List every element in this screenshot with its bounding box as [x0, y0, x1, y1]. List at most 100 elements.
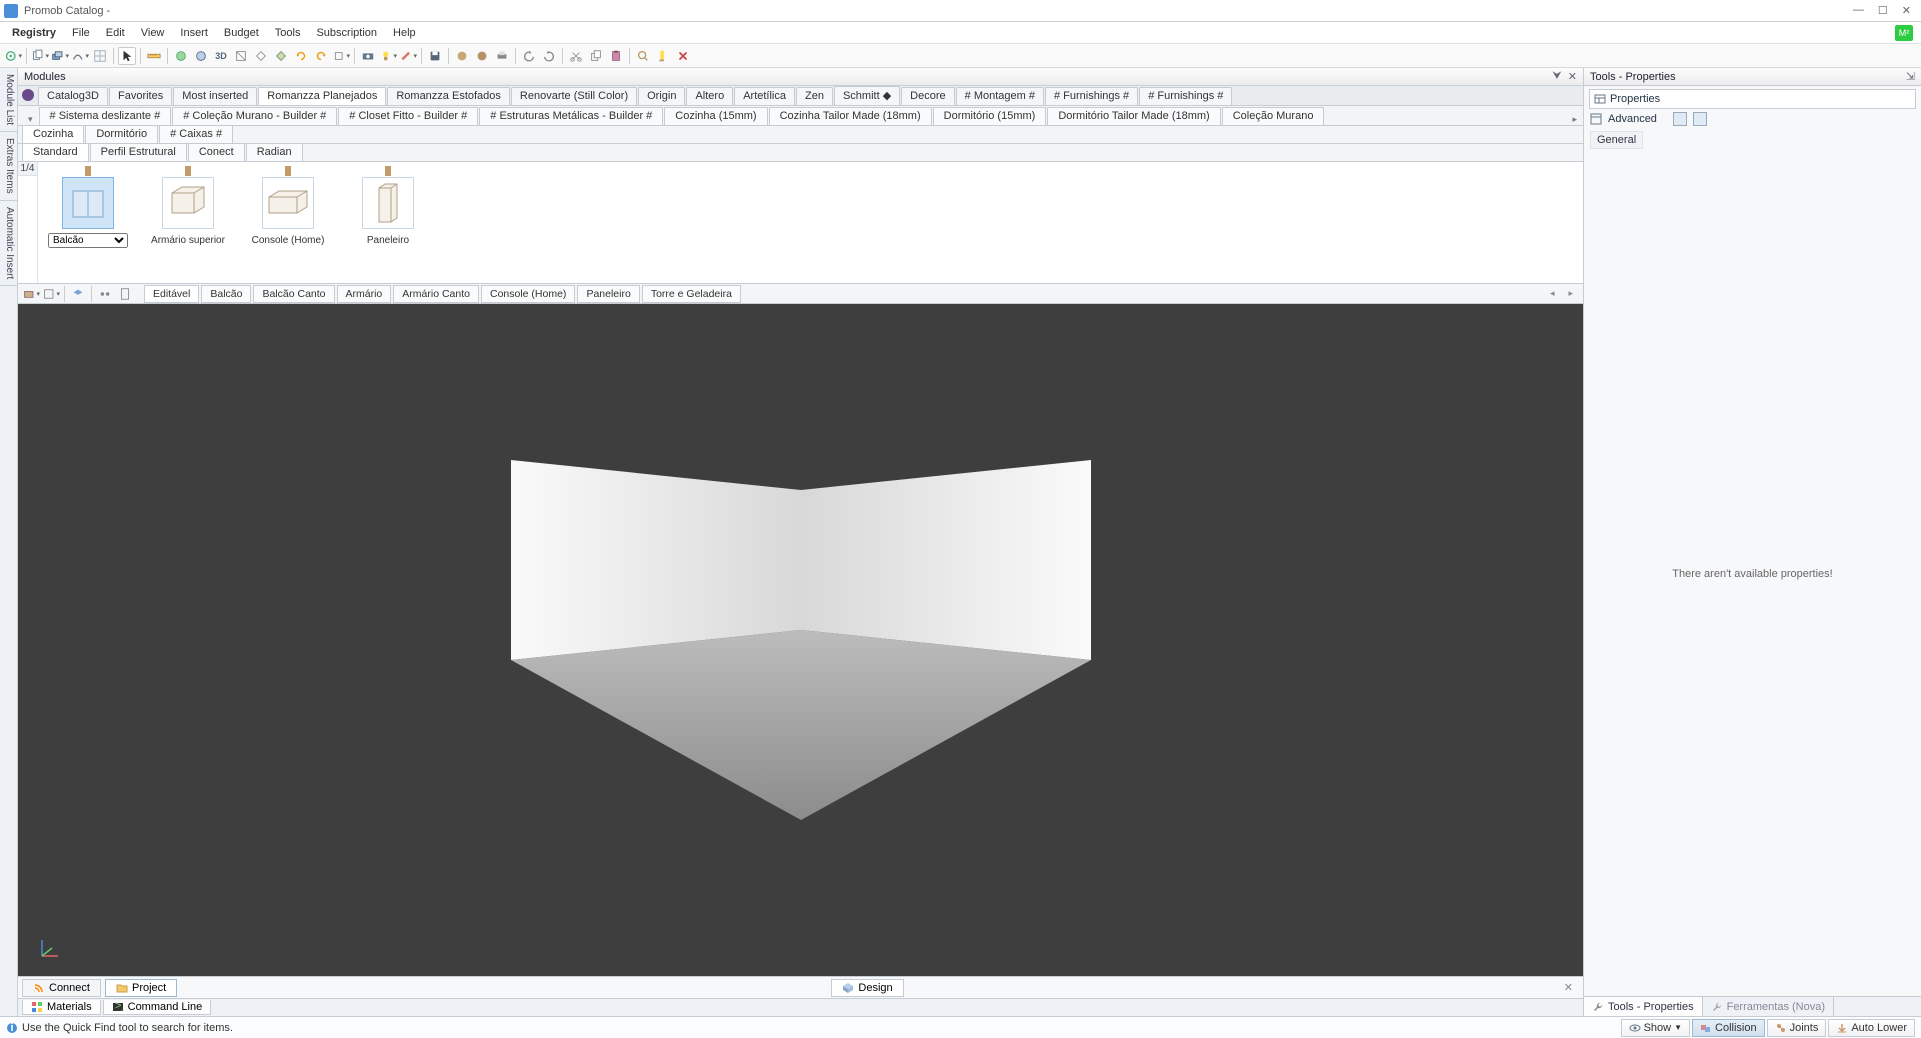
type-tool2-icon[interactable]: [42, 285, 60, 303]
tab-dormitorio-tailor[interactable]: Dormitório Tailor Made (18mm): [1047, 107, 1220, 125]
tab-perfil-estrutural[interactable]: Perfil Estrutural: [90, 144, 187, 161]
tab-sistema-deslizante[interactable]: # Sistema deslizante #: [39, 107, 172, 125]
tab-armario-canto[interactable]: Armário Canto: [393, 285, 479, 303]
tab-standard[interactable]: Standard: [22, 144, 89, 161]
type-scroll-right-icon[interactable]: ▸: [1562, 288, 1579, 299]
tab-furnishings-1[interactable]: # Furnishings #: [1045, 87, 1138, 105]
tool-box-icon[interactable]: [332, 47, 350, 65]
menu-file[interactable]: File: [64, 24, 98, 42]
view-mode-2-icon[interactable]: [1693, 112, 1707, 126]
tool-shape-icon[interactable]: [71, 47, 89, 65]
drag-handle-icon[interactable]: [185, 166, 191, 176]
tab-paneleiro[interactable]: Paneleiro: [577, 285, 639, 303]
tool-settings-icon[interactable]: [4, 47, 22, 65]
tool-paste-icon[interactable]: [607, 47, 625, 65]
page-indicator[interactable]: 1/4: [18, 162, 37, 176]
tool-copy-icon[interactable]: [31, 47, 49, 65]
tab-armario[interactable]: Armário: [337, 285, 392, 303]
tab-design[interactable]: Design: [831, 979, 903, 997]
tab-editavel[interactable]: Editável: [144, 285, 199, 303]
module-item-console[interactable]: Console (Home): [248, 166, 328, 279]
tab-cozinha[interactable]: Cozinha: [22, 126, 84, 143]
type-tool4-icon[interactable]: [96, 285, 114, 303]
vtab-extras-items[interactable]: Extras Items: [0, 132, 17, 201]
tool-ruler-icon[interactable]: [145, 47, 163, 65]
tab-favorites[interactable]: Favorites: [109, 87, 172, 105]
menu-registry[interactable]: Registry: [4, 24, 64, 42]
tab-schmitt[interactable]: Schmitt ◆: [834, 86, 900, 105]
maximize-icon[interactable]: ☐: [1878, 4, 1888, 17]
tab-tools-properties[interactable]: Tools - Properties: [1584, 997, 1703, 1016]
menu-help[interactable]: Help: [385, 24, 424, 42]
3d-viewport[interactable]: [18, 304, 1583, 976]
properties-pin-icon[interactable]: ⇲: [1906, 70, 1915, 83]
tab-estruturas-metalicas[interactable]: # Estruturas Metálicas - Builder #: [479, 107, 663, 125]
tab-balcao-canto[interactable]: Balcão Canto: [253, 285, 334, 303]
advanced-label[interactable]: Advanced: [1608, 113, 1657, 125]
tab-dormitorio[interactable]: Dormitório: [85, 126, 158, 143]
properties-general-tab[interactable]: General: [1590, 131, 1643, 149]
tool-light-icon[interactable]: [379, 47, 397, 65]
tool-view1-icon[interactable]: [252, 47, 270, 65]
tab-renovarte[interactable]: Renovarte (Still Color): [511, 87, 637, 105]
tab-origin[interactable]: Origin: [638, 87, 685, 105]
tool-view2-icon[interactable]: [272, 47, 290, 65]
tab-materials[interactable]: Materials: [22, 1000, 101, 1015]
tool-delete-icon[interactable]: [674, 47, 692, 65]
tool-style-icon[interactable]: [399, 47, 417, 65]
tool-copy2-icon[interactable]: [587, 47, 605, 65]
vtab-automatic-insert[interactable]: Automatic Insert: [0, 201, 17, 286]
type-scroll-left-icon[interactable]: ◂: [1544, 288, 1561, 299]
tool-layers-icon[interactable]: [51, 47, 69, 65]
tab-catalog3d[interactable]: Catalog3D: [38, 87, 108, 105]
tab-decore[interactable]: Decore: [901, 87, 954, 105]
tool-rotate-icon[interactable]: [292, 47, 310, 65]
tab-balcao[interactable]: Balcão: [201, 285, 251, 303]
tab-altero[interactable]: Altero: [686, 87, 733, 105]
badge-m2[interactable]: M²: [1895, 25, 1913, 41]
collection-scroll-right-icon[interactable]: ▸: [1566, 114, 1583, 125]
tool-cut-icon[interactable]: [567, 47, 585, 65]
show-dropdown[interactable]: Show ▼: [1621, 1019, 1690, 1037]
menu-view[interactable]: View: [133, 24, 173, 42]
close-icon[interactable]: ✕: [1902, 4, 1911, 17]
tab-montagem[interactable]: # Montagem #: [956, 87, 1044, 105]
minimize-icon[interactable]: —: [1853, 4, 1864, 17]
type-tool5-icon[interactable]: [116, 285, 134, 303]
tab-torre-geladeira[interactable]: Torre e Geladeira: [642, 285, 741, 303]
properties-section-header[interactable]: Properties: [1589, 89, 1916, 109]
menu-tools[interactable]: Tools: [267, 24, 309, 42]
drag-handle-icon[interactable]: [385, 166, 391, 176]
tab-ferramentas-nova[interactable]: Ferramentas (Nova): [1703, 997, 1834, 1016]
tool-sphere2-icon[interactable]: [192, 47, 210, 65]
module-item-paneleiro[interactable]: Paneleiro: [348, 166, 428, 279]
tab-most-inserted[interactable]: Most inserted: [173, 87, 257, 105]
tab-command-line[interactable]: >_ Command Line: [103, 1000, 212, 1015]
tool-redo-icon[interactable]: [540, 47, 558, 65]
tool-camera-icon[interactable]: [359, 47, 377, 65]
panel-close-icon[interactable]: ✕: [1568, 70, 1577, 83]
drag-handle-icon[interactable]: [285, 166, 291, 176]
tab-romanzza-estofados[interactable]: Romanzza Estofados: [387, 87, 510, 105]
tool-3d-icon[interactable]: 3D: [212, 47, 230, 65]
vtab-module-list[interactable]: Module List: [0, 68, 17, 132]
tab-colecao-murano[interactable]: Coleção Murano: [1222, 107, 1325, 125]
menu-subscription[interactable]: Subscription: [308, 24, 385, 42]
tab-closet-fitto[interactable]: # Closet Fitto - Builder #: [338, 107, 478, 125]
view-mode-1-icon[interactable]: [1673, 112, 1687, 126]
tab-artetilica[interactable]: Artetílica: [734, 87, 795, 105]
tool-save-icon[interactable]: [426, 47, 444, 65]
auto-lower-button[interactable]: Auto Lower: [1828, 1019, 1915, 1037]
menu-budget[interactable]: Budget: [216, 24, 267, 42]
tab-murano-builder[interactable]: # Coleção Murano - Builder #: [172, 107, 337, 125]
tool-print-icon[interactable]: [493, 47, 511, 65]
tab-radian[interactable]: Radian: [246, 144, 303, 161]
tool-pointer-icon[interactable]: [118, 47, 136, 65]
tool-search-icon[interactable]: [634, 47, 652, 65]
tool-rotate2-icon[interactable]: [312, 47, 330, 65]
tab-cozinha-tailor[interactable]: Cozinha Tailor Made (18mm): [769, 107, 932, 125]
type-tool1-icon[interactable]: [22, 285, 40, 303]
panel-pin-icon[interactable]: ⮟: [1552, 70, 1561, 83]
tab-caixas[interactable]: # Caixas #: [159, 126, 233, 143]
tool-render1-icon[interactable]: [453, 47, 471, 65]
